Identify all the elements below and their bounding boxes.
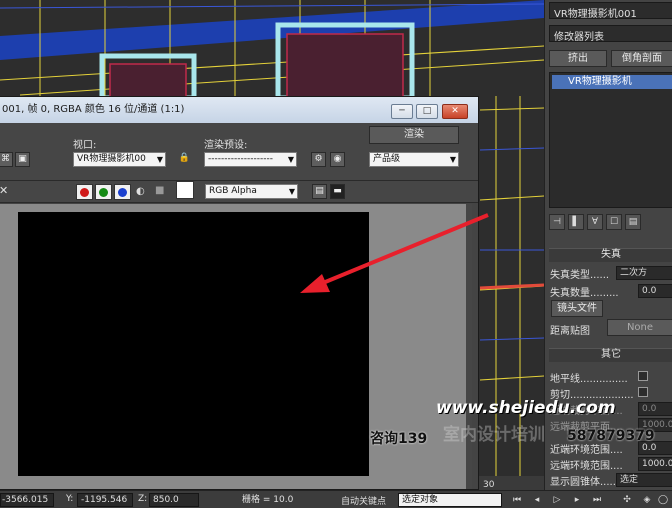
previous-frame-icon[interactable]: ◂ — [530, 493, 544, 507]
status-bar: X:-3566.015 Y: -1195.546 Z: 850.0 栅格 = 1… — [0, 490, 672, 508]
orbit-icon[interactable]: ◈ — [640, 493, 654, 507]
go-to-end-icon[interactable]: ⏭ — [590, 493, 604, 507]
key-filter-dropdown[interactable]: 选定对象 — [398, 493, 502, 507]
go-to-start-icon[interactable]: ⏮ — [510, 493, 524, 507]
x-coordinate-field[interactable]: X:-3566.015 — [0, 493, 54, 507]
y-label: Y: — [66, 494, 74, 504]
z-coordinate-field[interactable]: 850.0 — [149, 493, 199, 507]
x-value: -3566.015 — [2, 495, 49, 505]
autokey-button[interactable]: 自动关键点 — [341, 494, 386, 507]
next-frame-icon[interactable]: ▸ — [570, 493, 584, 507]
annotation-arrow — [300, 213, 489, 293]
y-coordinate-field[interactable]: -1195.546 — [77, 493, 133, 507]
grid-size-display: 栅格 = 10.0 — [238, 493, 304, 507]
z-label: Z: — [138, 494, 148, 504]
pan-icon[interactable]: ✣ — [620, 493, 634, 507]
maximize-viewport-icon[interactable]: ◯ — [656, 493, 670, 507]
play-icon[interactable]: ▷ — [550, 493, 564, 507]
